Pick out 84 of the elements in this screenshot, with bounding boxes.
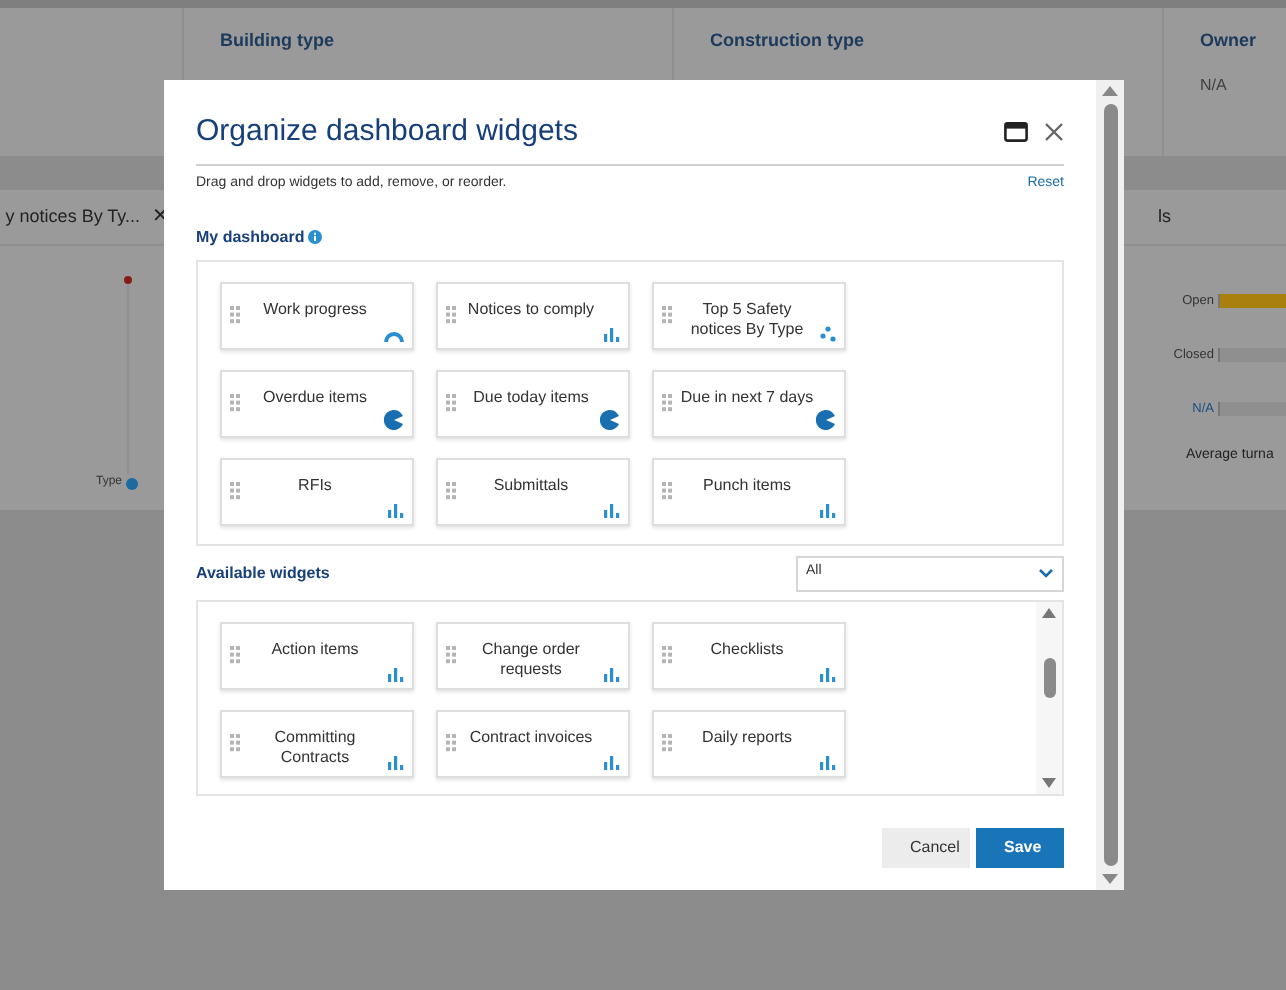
drag-handle-icon[interactable] (230, 306, 240, 324)
info-icon[interactable] (308, 230, 323, 244)
widget-name: Due today items (471, 387, 591, 407)
bar-chart-icon (604, 327, 620, 341)
widget-card[interactable]: Notices to comply (436, 281, 630, 349)
drag-handle-icon[interactable] (446, 394, 456, 412)
widget-card[interactable]: Change order requests (436, 621, 630, 689)
bar-chart-icon (388, 667, 404, 681)
scroll-down-icon[interactable] (1042, 777, 1056, 787)
widget-card[interactable]: Punch items (652, 457, 846, 525)
drag-handle-icon[interactable] (446, 646, 456, 664)
drag-handle-icon[interactable] (446, 306, 456, 324)
close-icon[interactable] (1044, 122, 1064, 142)
bar-chart-icon (820, 667, 836, 681)
widget-card[interactable]: Daily reports (652, 709, 846, 777)
drag-handle-icon[interactable] (662, 734, 672, 752)
drag-handle-icon[interactable] (446, 482, 456, 500)
scrollbar-thumb[interactable] (1103, 104, 1117, 866)
widget-name: Work progress (261, 299, 369, 319)
field-label: Building type (220, 28, 336, 54)
scrollbar-thumb[interactable] (1043, 657, 1055, 697)
scroll-down-icon[interactable] (1102, 874, 1118, 884)
widget-name: Contract invoices (467, 727, 595, 747)
widget-card[interactable]: Due in next 7 days (652, 369, 846, 437)
section-heading: My dashboard (196, 225, 305, 249)
chevron-down-icon (1038, 568, 1054, 578)
widget-card[interactable]: Top 5 Safety notices By Type (652, 281, 846, 349)
gauge-icon (384, 329, 404, 341)
widget-card[interactable]: Submittals (436, 457, 630, 525)
scrollbar[interactable] (1036, 601, 1062, 793)
card-title: ls (1158, 203, 1171, 230)
drag-handle-icon[interactable] (662, 306, 672, 324)
widget-name: Committing Contracts (272, 727, 358, 767)
widget-card[interactable]: Checklists (652, 621, 846, 689)
widget-name: Action items (269, 639, 361, 659)
bar-chart-icon (604, 503, 620, 517)
bar-chart-icon (820, 755, 836, 769)
widget-name: Submittals (491, 475, 571, 495)
field-label: Construction type (710, 28, 867, 54)
widget-name: Due in next 7 days (678, 387, 816, 407)
card-title: y notices By Ty... (5, 203, 140, 230)
cancel-button[interactable]: Cancel (882, 827, 970, 867)
section-heading: Available widgets (196, 561, 330, 585)
drag-handle-icon[interactable] (446, 734, 456, 752)
widget-name: Overdue items (260, 387, 370, 407)
widget-card[interactable]: Due today items (436, 369, 630, 437)
widget-card[interactable]: Work progress (220, 281, 414, 349)
window-icon[interactable] (1004, 122, 1028, 142)
widget-card[interactable]: Overdue items (220, 369, 414, 437)
scroll-up-icon[interactable] (1102, 86, 1118, 96)
widget-name: RFIs (296, 475, 334, 495)
widget-name: Notices to comply (465, 299, 597, 319)
widget-card[interactable]: RFIs (220, 457, 414, 525)
bar-chart-icon (604, 755, 620, 769)
pie-chart-icon (816, 409, 836, 429)
widget-name: Top 5 Safety notices By Type (688, 299, 806, 339)
dialog-title: Organize dashboard widgets (196, 111, 578, 152)
widget-card[interactable]: Committing Contracts (220, 709, 414, 777)
bar-chart-icon (388, 503, 404, 517)
widget-name: Daily reports (700, 727, 794, 747)
save-button[interactable]: Save (976, 827, 1064, 867)
widget-card[interactable]: Action items (220, 621, 414, 689)
drag-handle-icon[interactable] (230, 482, 240, 500)
drag-handle-icon[interactable] (230, 646, 240, 664)
field-value: N/A (1200, 73, 1229, 97)
field-label: Owner (1200, 28, 1259, 54)
pie-chart-icon (600, 409, 620, 429)
bar-chart-icon (388, 755, 404, 769)
scroll-up-icon[interactable] (1042, 607, 1056, 617)
drag-handle-icon[interactable] (662, 482, 672, 500)
widget-card[interactable]: Contract invoices (436, 709, 630, 777)
pie-chart-icon (384, 409, 404, 429)
drag-handle-icon[interactable] (662, 646, 672, 664)
drag-handle-icon[interactable] (230, 394, 240, 412)
drag-handle-icon[interactable] (662, 394, 672, 412)
widget-name: Checklists (708, 639, 786, 659)
bar-chart-icon (820, 503, 836, 517)
scrollbar[interactable] (1096, 80, 1124, 890)
bar (1218, 294, 1286, 309)
widget-name: Change order requests (480, 639, 582, 679)
drag-handle-icon[interactable] (230, 734, 240, 752)
widget-name: Punch items (700, 475, 794, 495)
scatter-icon (820, 325, 836, 341)
bar-chart-icon (604, 667, 620, 681)
